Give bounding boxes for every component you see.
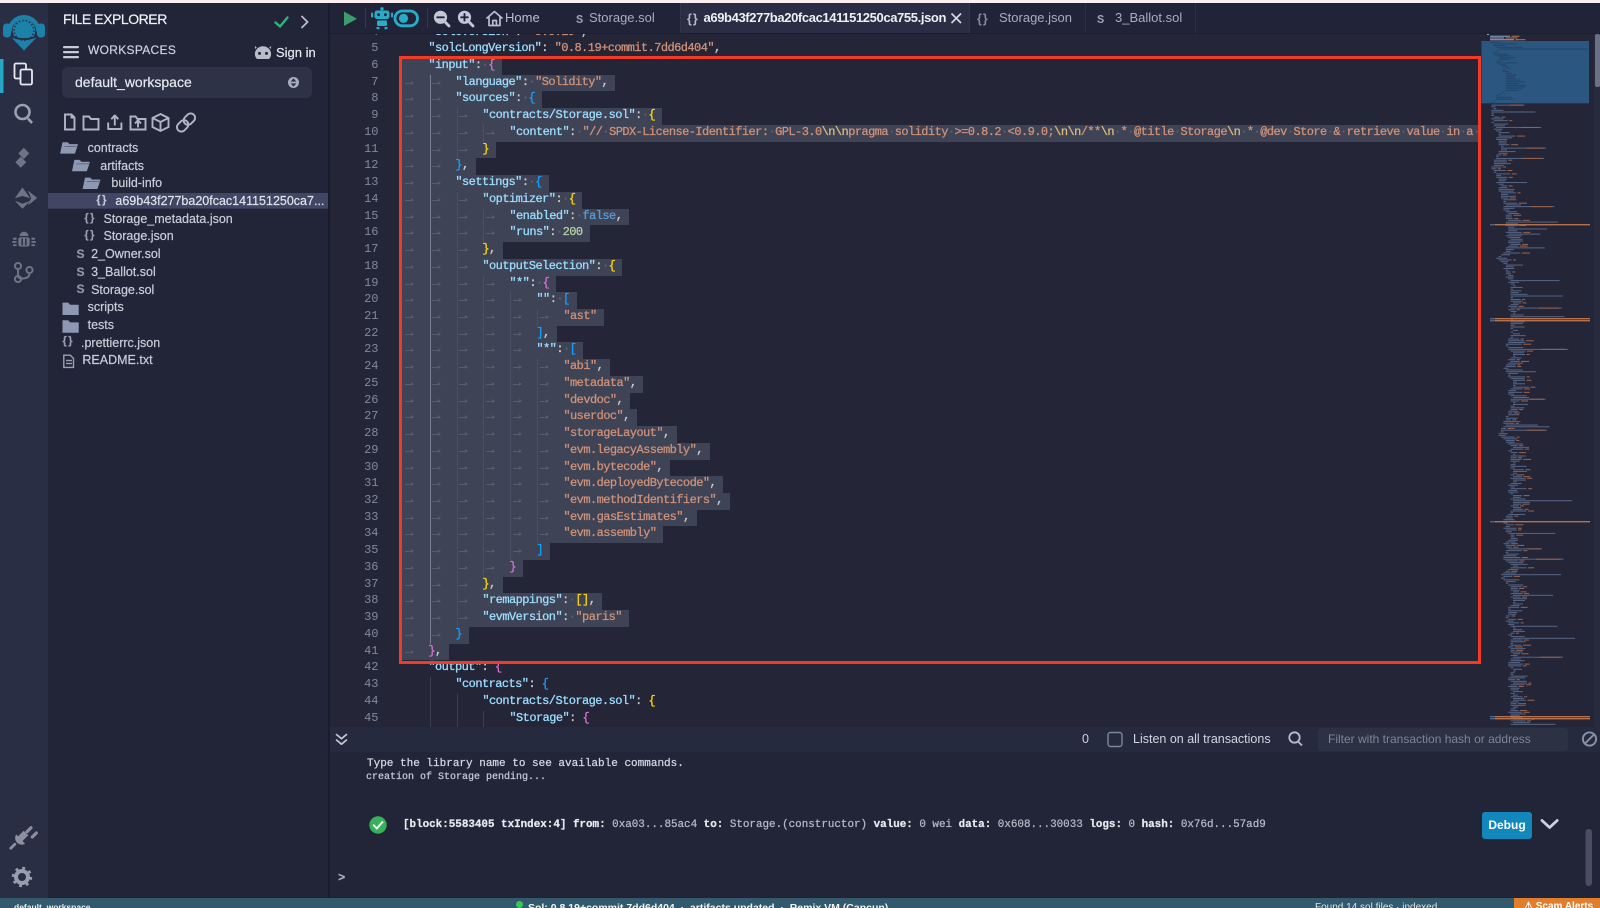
svg-text:S: S	[1097, 13, 1104, 27]
svg-text:{}: {}	[977, 12, 989, 26]
svg-text:{}: {}	[687, 12, 699, 26]
svg-text:S: S	[576, 13, 583, 27]
